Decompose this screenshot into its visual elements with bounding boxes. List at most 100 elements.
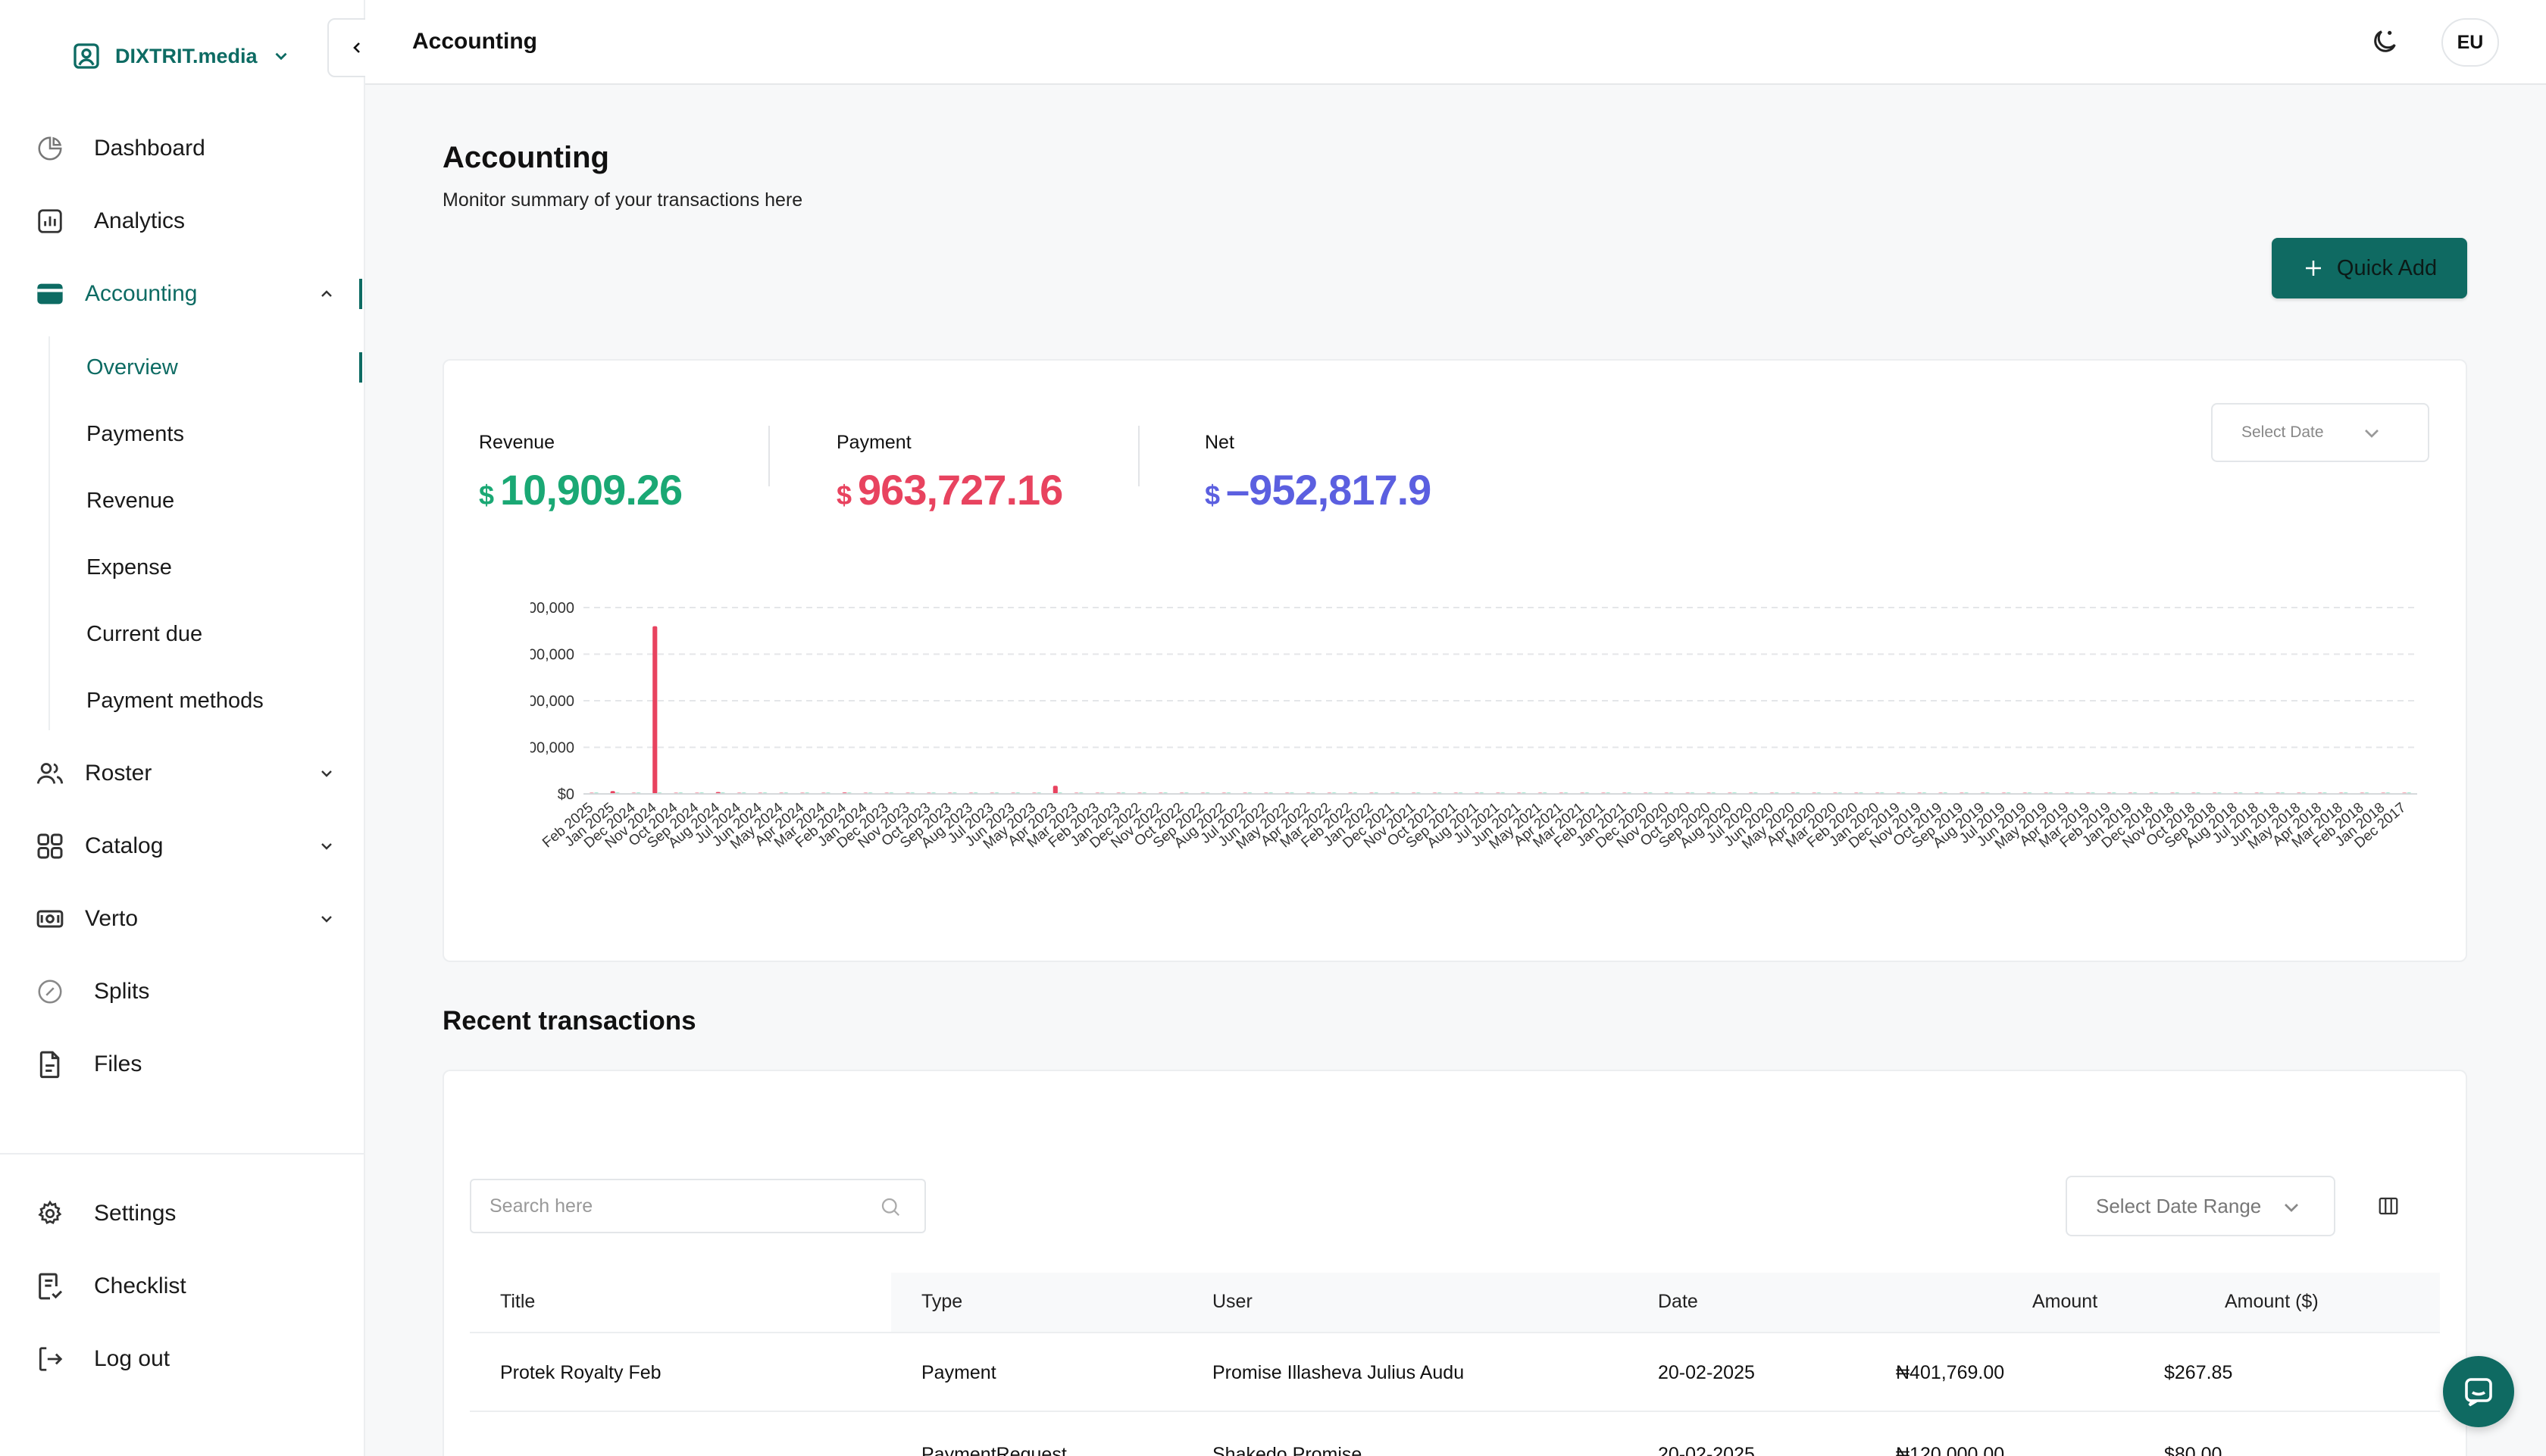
y-tick-label: $400,000 (530, 693, 574, 710)
sidebar-item-label: Checklist (94, 1273, 186, 1298)
sidebar-subitem-current-due[interactable]: Current due (0, 613, 364, 655)
subitem-label: Payment methods (86, 688, 264, 713)
sidebar-item-label: Verto (85, 906, 139, 931)
net-stat: Net $ –952,817.9 (1205, 432, 1431, 514)
revenue-label: Revenue (479, 432, 555, 453)
file-icon (35, 1049, 65, 1080)
search-input[interactable] (489, 1195, 846, 1217)
chat-support-button[interactable] (2443, 1356, 2514, 1427)
subitem-label: Overview (86, 355, 178, 380)
sidebar-item-label: Settings (94, 1201, 177, 1226)
chevron-down-icon[interactable] (315, 835, 338, 858)
sidebar-item-splits[interactable]: Splits (0, 969, 364, 1014)
chart-bar (652, 626, 658, 794)
bar-chart-icon (35, 206, 65, 236)
search-box (470, 1179, 926, 1233)
chevron-down-icon (2365, 430, 2379, 438)
payment-label: Payment (837, 432, 912, 453)
y-tick-label: $600,000 (530, 647, 574, 664)
cell-title: Protek Royalty Feb (500, 1362, 662, 1383)
table-row[interactable]: Protek Royalty Feb Payment Promise Illas… (470, 1333, 2440, 1412)
columns-icon (2379, 1197, 2398, 1215)
user-avatar[interactable]: EU (2441, 18, 2499, 67)
org-switcher[interactable]: DIXTRIT.media (71, 39, 291, 73)
date-range-dropdown[interactable]: Select Date Range (2066, 1176, 2335, 1236)
stat-divider (768, 426, 770, 486)
sidebar-subitem-overview[interactable]: Overview (0, 346, 364, 389)
sidebar-item-label: Files (94, 1051, 142, 1076)
page-title: Accounting (443, 141, 609, 174)
select-date-dropdown[interactable]: Select Date (2211, 403, 2429, 462)
stat-divider (1138, 426, 1140, 486)
quick-add-label: Quick Add (2336, 255, 2438, 280)
column-header[interactable]: Amount (2032, 1291, 2097, 1313)
sidebar-divider (0, 1153, 364, 1154)
cell-amount-usd: $80.00 (2164, 1444, 2222, 1456)
sidebar-item-analytics[interactable]: Analytics (0, 198, 364, 244)
theme-toggle-button[interactable] (2366, 23, 2404, 61)
sidebar-subitem-revenue[interactable]: Revenue (0, 480, 364, 522)
subitem-label: Current due (86, 621, 203, 646)
search-icon[interactable] (879, 1195, 902, 1218)
column-header[interactable]: Title (500, 1291, 535, 1313)
sidebar-item-label: Roster (85, 761, 152, 786)
cell-type: PaymentRequest (921, 1444, 1067, 1456)
column-header[interactable]: Date (1658, 1291, 1698, 1313)
moon-icon (2374, 30, 2396, 52)
sidebar-item-dashboard[interactable]: Dashboard (0, 126, 364, 171)
sidebar-subitem-payments[interactable]: Payments (0, 413, 364, 455)
chevron-down-icon[interactable] (315, 908, 338, 930)
top-bar: Accounting EU (365, 0, 2546, 85)
net-value: –952,817.9 (1226, 466, 1431, 514)
table-row[interactable]: PaymentRequest Shakedo Promise 20-02-202… (470, 1412, 2440, 1456)
sidebar-item-settings[interactable]: Settings (0, 1191, 364, 1236)
chevron-up-icon[interactable] (315, 283, 338, 305)
y-tick-label: $0 (558, 786, 574, 803)
column-header[interactable]: Type (921, 1291, 962, 1313)
column-header[interactable]: User (1212, 1291, 1253, 1313)
chart-bar (1052, 786, 1058, 794)
transactions-chart: $800,000$600,000$400,000$200,000$0Feb 20… (530, 600, 2417, 852)
subitem-label: Payments (86, 421, 184, 446)
plus-icon (2305, 261, 2321, 276)
checklist-icon (35, 1271, 65, 1301)
sidebar-subitem-payment-methods[interactable]: Payment methods (0, 680, 364, 722)
sidebar-item-roster[interactable]: Roster (0, 751, 364, 796)
sidebar-item-label: Dashboard (94, 136, 205, 161)
sidebar-item-catalog[interactable]: Catalog (0, 823, 364, 869)
pie-chart-icon (35, 133, 65, 164)
chat-icon (2465, 1378, 2492, 1407)
submenu-rail (48, 336, 50, 730)
chevron-left-icon (353, 42, 360, 53)
revenue-currency: $ (479, 480, 495, 511)
sidebar: DIXTRIT.media Dashboard Analytics Accoun… (0, 0, 365, 1456)
revenue-stat: Revenue $ 10,909.26 (479, 432, 683, 514)
cell-amount: ₦401,769.00 (1896, 1362, 2005, 1383)
cell-user: Promise Illasheva Julius Audu (1212, 1362, 1465, 1383)
net-currency: $ (1205, 480, 1221, 511)
split-icon (35, 976, 65, 1007)
sidebar-item-accounting[interactable]: Accounting (0, 271, 364, 317)
wallet-icon (35, 279, 65, 309)
org-name: DIXTRIT.media (115, 44, 258, 67)
sidebar-item-files[interactable]: Files (0, 1042, 364, 1087)
column-header[interactable]: Amount ($) (2225, 1291, 2319, 1313)
table-header: Title Type User Date Amount Amount ($) (470, 1273, 2440, 1333)
sidebar-item-label: Analytics (94, 208, 186, 233)
cell-user: Shakedo Promise (1212, 1444, 1362, 1456)
sidebar-item-verto[interactable]: Verto (0, 896, 364, 942)
payment-value: 963,727.16 (858, 466, 1063, 514)
breadcrumb: Accounting (412, 29, 537, 54)
chevron-down-icon[interactable] (315, 762, 338, 785)
columns-toggle-button[interactable] (2373, 1191, 2404, 1221)
payment-stat: Payment $ 963,727.16 (837, 432, 1063, 514)
sidebar-subitem-expense[interactable]: Expense (0, 546, 364, 589)
quick-add-button[interactable]: Quick Add (2272, 238, 2467, 298)
cell-date: 20-02-2025 (1658, 1362, 1755, 1383)
sidebar-item-label: Accounting (85, 281, 198, 306)
sidebar-item-label: Splits (94, 979, 150, 1004)
sidebar-item-checklist[interactable]: Checklist (0, 1264, 364, 1309)
sidebar-item-logout[interactable]: Log out (0, 1336, 364, 1382)
sidebar-item-label: Catalog (85, 833, 164, 858)
grid-icon (35, 831, 65, 861)
